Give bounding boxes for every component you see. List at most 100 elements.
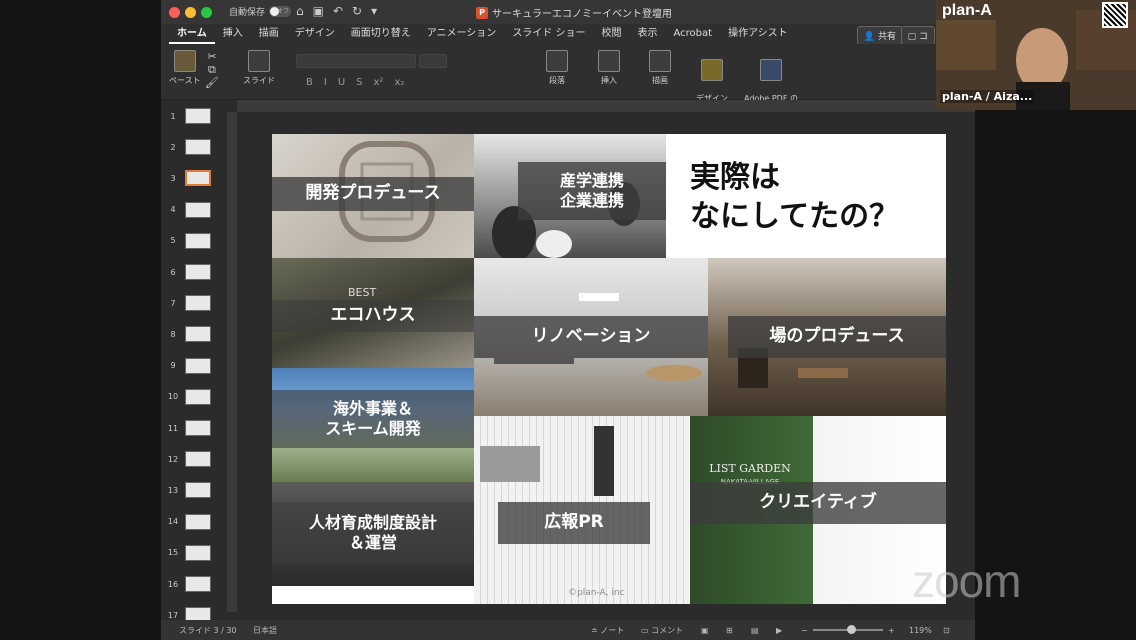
slide-thumbnail[interactable]: 3	[165, 168, 221, 188]
ribbon-tab-10[interactable]: 操作アシスト	[720, 24, 796, 44]
comments-status-button[interactable]: ▭ コメント	[641, 625, 683, 636]
slide-thumbnail[interactable]: 8	[165, 324, 221, 344]
format-button-1[interactable]: I	[324, 77, 327, 88]
close-window-button[interactable]	[169, 7, 180, 18]
slide-thumbnail[interactable]: 16	[165, 574, 221, 594]
vertical-ruler	[227, 112, 237, 612]
font-size-select[interactable]	[419, 54, 447, 68]
share-button[interactable]: 👤 共有	[856, 26, 903, 45]
slide-thumbnail[interactable]: 15	[165, 543, 221, 563]
reading-view-icon[interactable]: ▤	[751, 626, 759, 635]
share-label: 共有	[877, 32, 896, 42]
participant-video[interactable]: plan-A plan-A / Aiza...	[936, 0, 1136, 110]
ribbon-tab-8[interactable]: 表示	[630, 24, 666, 44]
paragraph-group[interactable]: 段落	[546, 50, 568, 86]
autosave-control[interactable]: 自動保存 オフ	[229, 5, 292, 18]
notes-button[interactable]: ≐ ノート	[591, 625, 624, 636]
tile-renovation[interactable]: リノベーション	[474, 258, 708, 416]
zoom-slider-knob[interactable]	[847, 625, 856, 634]
new-slide-group[interactable]: スライド	[243, 50, 275, 86]
slide-thumbnail[interactable]: 13	[165, 480, 221, 500]
slide-thumbnail-image	[185, 513, 211, 530]
tile-overseas[interactable]: 海外事業＆ スキーム開発	[272, 368, 474, 482]
slide-thumbnail[interactable]: 9	[165, 356, 221, 376]
video-brand: plan-A	[942, 2, 992, 19]
slide-thumbnail[interactable]: 12	[165, 449, 221, 469]
best-badge: BEST	[348, 286, 377, 299]
home-icon[interactable]: ⌂	[296, 4, 304, 18]
minimize-window-button[interactable]	[185, 7, 196, 18]
insert-group[interactable]: 挿入	[598, 50, 620, 86]
format-button-0[interactable]: B	[306, 77, 313, 88]
fit-slide-icon[interactable]: ⊡	[943, 626, 950, 635]
slideshow-view-icon[interactable]: ▶	[776, 626, 782, 635]
ribbon-tab-5[interactable]: アニメーション	[419, 24, 505, 44]
font-family-select[interactable]	[296, 54, 416, 68]
format-painter-icon[interactable]: 🖌	[205, 76, 219, 89]
normal-view-icon[interactable]: ▣	[701, 626, 709, 635]
tile-development[interactable]: 開発プロデュース	[272, 134, 474, 258]
format-buttons: B I U Sx² x₂	[306, 77, 404, 88]
ribbon-tab-4[interactable]: 画面切り替え	[343, 24, 419, 44]
zoom-in-icon[interactable]: +	[888, 626, 895, 635]
tile-eco-house[interactable]: BEST エコハウス	[272, 258, 474, 368]
notes-label: ノート	[600, 625, 625, 635]
ribbon-tab-7[interactable]: 校閲	[594, 24, 630, 44]
zoom-window-button[interactable]	[201, 7, 212, 18]
slide-thumbnail[interactable]: 7	[165, 293, 221, 313]
designer-icon	[701, 59, 723, 81]
tile-hr-system[interactable]: 人材育成制度設計 ＆運営	[272, 482, 474, 586]
slide-thumbnail-number: 15	[167, 548, 179, 558]
slide-thumbnail[interactable]: 10	[165, 387, 221, 407]
slide-thumbnail[interactable]: 6	[165, 262, 221, 282]
format-button-3[interactable]: S	[356, 77, 362, 88]
title-bar: 自動保存 オフ ⌂ ▣ ↶ ↻ ▾ P サーキュラーエコノミーイベント登壇用	[161, 0, 975, 24]
sorter-view-icon[interactable]: ⊞	[726, 626, 733, 635]
comments-button[interactable]: ▢ コ	[900, 26, 935, 45]
slide-thumbnail[interactable]: 4	[165, 200, 221, 220]
comments-status-label: コメント	[651, 625, 684, 635]
redo-icon[interactable]: ↻	[352, 4, 362, 18]
paragraph-icon	[546, 50, 568, 72]
slide-thumbnail[interactable]: 5	[165, 231, 221, 251]
tile-place-produce[interactable]: 場のプロデュース	[708, 258, 946, 416]
tile-industry-academia[interactable]: 産学連携 企業連携	[474, 134, 666, 258]
slide-thumbnail-number: 5	[170, 236, 176, 246]
ribbon-tab-6[interactable]: スライド ショー	[504, 24, 593, 44]
autosave-toggle[interactable]: オフ	[269, 6, 292, 17]
copyright-text: ©plan-A, inc	[568, 588, 625, 598]
slide-thumbnail[interactable]: 2	[165, 137, 221, 157]
ribbon-tab-9[interactable]: Acrobat	[666, 24, 721, 44]
slide-thumbnail-number: 12	[167, 454, 179, 464]
undo-icon[interactable]: ↶	[333, 4, 343, 18]
ribbon-tab-0[interactable]: ホーム	[169, 24, 215, 44]
slide-thumbnail[interactable]: 14	[165, 512, 221, 532]
language-indicator[interactable]: 日本語	[253, 625, 277, 636]
format-button-4[interactable]: x²	[374, 77, 384, 88]
paste-group[interactable]: ペースト	[169, 50, 201, 86]
format-button-2[interactable]: U	[338, 77, 345, 88]
list-garden-title: LIST GARDEN	[709, 462, 791, 475]
slide-thumbnail[interactable]: 1	[165, 106, 221, 126]
ribbon-tab-2[interactable]: 描画	[251, 24, 287, 44]
draw-group[interactable]: 描画	[649, 50, 671, 86]
cut-icon[interactable]: ✂	[205, 50, 219, 63]
slide-counter: スライド 3 / 30	[179, 625, 237, 635]
tile-label: 産学連携 企業連携	[518, 162, 666, 220]
slide[interactable]: 開発プロデュース 産学連携 企業連携 実際は なにしてたの？ BEST エコハウ…	[272, 134, 946, 604]
paragraph-label: 段落	[549, 76, 565, 85]
zoom-percent[interactable]: 119%	[909, 626, 932, 635]
horizontal-ruler	[237, 100, 975, 112]
format-button-5[interactable]: x₂	[394, 77, 404, 88]
slide-thumbnail[interactable]: 11	[165, 418, 221, 438]
ribbon-tabs: ホーム 挿入 描画 デザイン 画面切り替え アニメーション スライド ショー 校閲 表示 Acro…	[161, 24, 975, 44]
tile-creative[interactable]: LIST GARDEN NAKATA-VILLAGE クリエイティブ	[690, 416, 946, 604]
customize-icon[interactable]: ▾	[371, 4, 377, 18]
copy-icon[interactable]: ⧉	[205, 63, 219, 76]
zoom-out-icon[interactable]: −	[801, 626, 808, 635]
insert-label: 挿入	[601, 76, 617, 85]
save-icon[interactable]: ▣	[313, 4, 324, 18]
ribbon-tab-3[interactable]: デザイン	[287, 24, 343, 44]
ribbon-tab-1[interactable]: 挿入	[215, 24, 251, 44]
tile-pr[interactable]: 広報PR ©plan-A, inc	[474, 416, 690, 604]
